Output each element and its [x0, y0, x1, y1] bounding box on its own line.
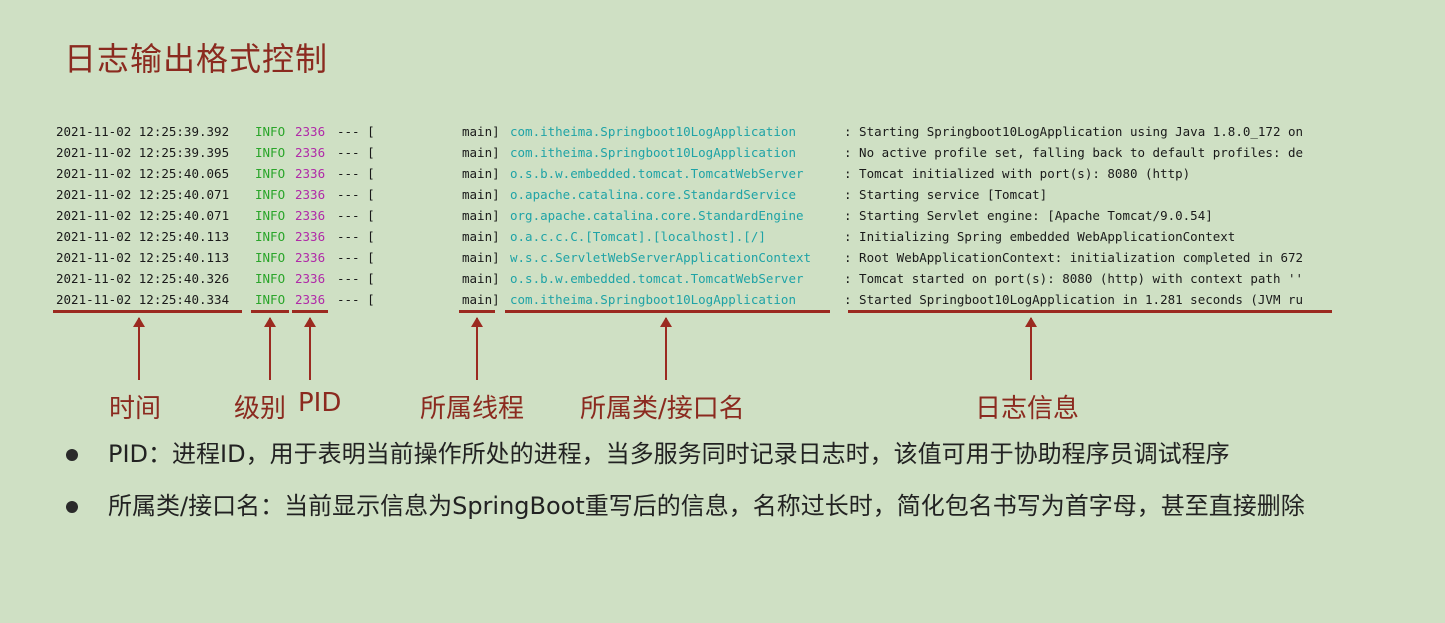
log-level: INFO — [255, 229, 286, 244]
log-message: : Tomcat initialized with port(s): 8080 … — [844, 166, 1191, 181]
log-message: : Starting service [Tomcat] — [844, 187, 1048, 202]
log-thread: main] — [462, 292, 500, 307]
log-pid: 2336 — [295, 145, 326, 160]
log-separator: --- [ — [337, 145, 375, 160]
log-separator: --- [ — [337, 166, 375, 181]
label-thread: 所属线程 — [420, 394, 525, 424]
log-logger: o.s.b.w.embedded.tomcat.TomcatWebServer — [510, 166, 804, 181]
level-arrow-icon — [264, 317, 276, 380]
pid-arrow-icon — [304, 317, 316, 380]
log-time: 2021-11-02 12:25:40.071 — [56, 208, 230, 223]
log-level: INFO — [255, 187, 286, 202]
log-logger: com.itheima.Springboot10LogApplication — [510, 145, 796, 160]
log-line: 2021-11-02 12:25:40.065 INFO 2336 --- [ … — [56, 163, 1326, 184]
log-separator: --- [ — [337, 187, 375, 202]
log-time: 2021-11-02 12:25:40.113 — [56, 229, 230, 244]
log-line: 2021-11-02 12:25:40.334 INFO 2336 --- [ … — [56, 289, 1326, 310]
bullet-dot-icon — [66, 501, 78, 513]
log-level: INFO — [255, 145, 286, 160]
label-time: 时间 — [109, 394, 162, 424]
log-level: INFO — [255, 292, 286, 307]
log-line: 2021-11-02 12:25:39.392 INFO 2336 --- [ … — [56, 121, 1326, 142]
message-arrow-icon — [1025, 317, 1037, 380]
pid-underline — [292, 310, 328, 313]
log-message: : Starting Servlet engine: [Apache Tomca… — [844, 208, 1213, 223]
log-logger: com.itheima.Springboot10LogApplication — [510, 292, 796, 307]
log-time: 2021-11-02 12:25:39.392 — [56, 124, 230, 139]
log-pid: 2336 — [295, 166, 326, 181]
log-thread: main] — [462, 187, 500, 202]
log-separator: --- [ — [337, 250, 375, 265]
log-level: INFO — [255, 250, 286, 265]
bullet-dot-icon — [66, 449, 78, 461]
log-separator: --- [ — [337, 229, 375, 244]
log-separator: --- [ — [337, 292, 375, 307]
log-thread: main] — [462, 208, 500, 223]
log-logger: o.apache.catalina.core.StandardService — [510, 187, 796, 202]
log-level: INFO — [255, 208, 286, 223]
log-time: 2021-11-02 12:25:40.113 — [56, 250, 230, 265]
log-logger: org.apache.catalina.core.StandardEngine — [510, 208, 804, 223]
bullet-text: 所属类/接口名：当前显示信息为SpringBoot重写后的信息，名称过长时，简化… — [108, 492, 1305, 520]
log-pid: 2336 — [295, 250, 326, 265]
logger-arrow-icon — [660, 317, 672, 380]
label-level: 级别 — [234, 394, 287, 424]
log-line: 2021-11-02 12:25:40.071 INFO 2336 --- [ … — [56, 205, 1326, 226]
message-underline — [848, 310, 1332, 313]
log-line: 2021-11-02 12:25:40.113 INFO 2336 --- [ … — [56, 247, 1326, 268]
thread-arrow-icon — [471, 317, 483, 380]
label-logger: 所属类/接口名 — [580, 394, 745, 424]
log-level: INFO — [255, 166, 286, 181]
log-message: : Starting Springboot10LogApplication us… — [844, 124, 1304, 139]
log-level: INFO — [255, 124, 286, 139]
log-level: INFO — [255, 271, 286, 286]
log-line: 2021-11-02 12:25:40.071 INFO 2336 --- [ … — [56, 184, 1326, 205]
log-thread: main] — [462, 166, 500, 181]
log-logger: o.a.c.c.C.[Tomcat].[localhost].[/] — [510, 229, 766, 244]
log-output: 2021-11-02 12:25:39.392 INFO 2336 --- [ … — [56, 121, 1326, 310]
logger-underline — [505, 310, 830, 313]
log-message: : No active profile set, falling back to… — [844, 145, 1304, 160]
log-thread: main] — [462, 271, 500, 286]
log-message: : Tomcat started on port(s): 8080 (http)… — [844, 271, 1304, 286]
log-time: 2021-11-02 12:25:40.071 — [56, 187, 230, 202]
log-time: 2021-11-02 12:25:39.395 — [56, 145, 230, 160]
log-line: 2021-11-02 12:25:39.395 INFO 2336 --- [ … — [56, 142, 1326, 163]
time-arrow-icon — [133, 317, 145, 380]
label-pid: PID — [298, 388, 342, 418]
log-line: 2021-11-02 12:25:40.326 INFO 2336 --- [ … — [56, 268, 1326, 289]
log-thread: main] — [462, 124, 500, 139]
log-pid: 2336 — [295, 271, 326, 286]
log-pid: 2336 — [295, 124, 326, 139]
level-underline — [251, 310, 289, 313]
log-message: : Initializing Spring embedded WebApplic… — [844, 229, 1236, 244]
log-logger: w.s.c.ServletWebServerApplicationContext — [510, 250, 812, 265]
label-message: 日志信息 — [975, 394, 1080, 424]
log-separator: --- [ — [337, 271, 375, 286]
log-thread: main] — [462, 250, 500, 265]
log-thread: main] — [462, 229, 500, 244]
log-logger: o.s.b.w.embedded.tomcat.TomcatWebServer — [510, 271, 804, 286]
log-separator: --- [ — [337, 208, 375, 223]
log-pid: 2336 — [295, 229, 326, 244]
log-logger: com.itheima.Springboot10LogApplication — [510, 124, 796, 139]
log-line: 2021-11-02 12:25:40.113 INFO 2336 --- [ … — [56, 226, 1326, 247]
bullet-text: PID：进程ID，用于表明当前操作所处的进程，当多服务同时记录日志时，该值可用于… — [108, 440, 1230, 468]
log-message: : Root WebApplicationContext: initializa… — [844, 250, 1304, 265]
log-message: : Started Springboot10LogApplication in … — [844, 292, 1304, 307]
log-time: 2021-11-02 12:25:40.326 — [56, 271, 230, 286]
time-underline — [53, 310, 242, 313]
log-time: 2021-11-02 12:25:40.065 — [56, 166, 230, 181]
log-pid: 2336 — [295, 187, 326, 202]
log-separator: --- [ — [337, 124, 375, 139]
log-time: 2021-11-02 12:25:40.334 — [56, 292, 230, 307]
thread-underline — [459, 310, 495, 313]
log-pid: 2336 — [295, 208, 326, 223]
slide-title: 日志输出格式控制 — [64, 40, 329, 78]
log-pid: 2336 — [295, 292, 326, 307]
log-thread: main] — [462, 145, 500, 160]
